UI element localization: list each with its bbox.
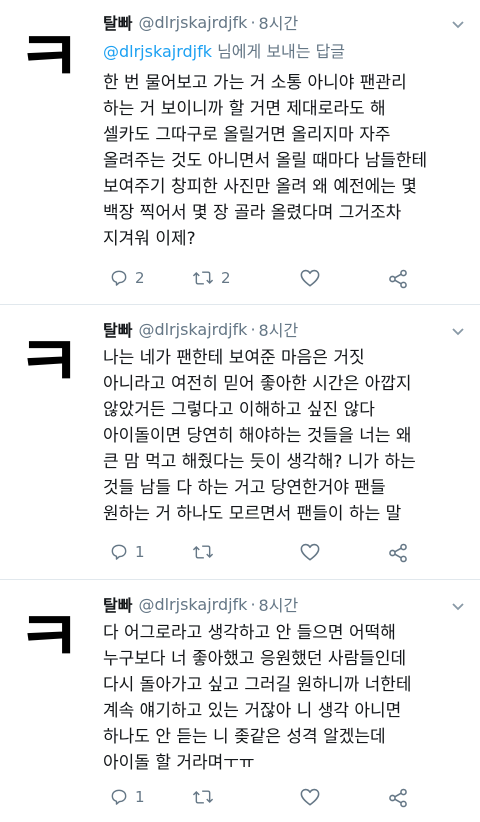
reply-icon <box>111 544 127 560</box>
tweet-header: 탈빠 @dlrjskajrdjfk · 8시간 <box>103 317 298 341</box>
tweet[interactable]: ㅋ 탈빠 @dlrjskajrdjfk · 8시간 다 어그로라고 생각하고 안… <box>0 580 480 822</box>
avatar[interactable]: ㅋ <box>14 22 84 92</box>
tweet-text-line: 원하는 거 하나도 모르면서 팬들이 하는 말 <box>103 504 402 524</box>
tweet-text-line: 다시 돌아가고 싶고 그러길 원하니까 너한테 <box>103 675 412 695</box>
tweet-text-line: 하나도 안 듣는 니 좆같은 성격 알겠는데 <box>103 727 386 747</box>
chevron-down-icon[interactable] <box>450 16 466 32</box>
tweet-text-line: 백장 찍어서 몇 장 골라 올렸다며 그거조차 <box>103 203 402 223</box>
heart-icon <box>300 269 320 287</box>
timestamp[interactable]: 8시간 <box>259 10 299 34</box>
tweet-text-line: 것들 남들 다 하는 거고 당연한거야 팬들 <box>103 478 386 498</box>
share-button[interactable] <box>387 542 409 564</box>
retweet-button[interactable]: 2 <box>191 268 231 288</box>
reply-count: 2 <box>135 269 145 287</box>
user-handle[interactable]: @dlrjskajrdjfk <box>138 595 247 614</box>
retweet-count: 2 <box>221 269 231 287</box>
share-icon <box>389 543 407 563</box>
share-button[interactable] <box>387 787 409 809</box>
reply-mention-link[interactable]: @dlrjskajrdjfk <box>103 42 212 61</box>
user-handle[interactable]: @dlrjskajrdjfk <box>138 320 247 339</box>
tweet-text: 나는 네가 팬한테 보여준 마음은 거짓 아니라고 여전히 믿어 좋아한 시간은… <box>103 345 468 527</box>
tweet-text-line: 다 어그로라고 생각하고 안 들으면 어떡해 <box>103 623 396 643</box>
tweet-text-line: 나는 네가 팬한테 보여준 마음은 거짓 <box>103 348 365 368</box>
tweet-text-line: 하는 거 보이니까 할 거면 제대로라도 해 <box>103 99 386 119</box>
share-icon <box>389 269 407 289</box>
reply-context-label: 님에게 보내는 답글 <box>212 42 346 61</box>
reply-icon <box>111 270 127 286</box>
reply-context: @dlrjskajrdjfk 님에게 보내는 답글 <box>103 38 345 62</box>
share-button[interactable] <box>387 268 409 290</box>
like-button[interactable] <box>299 542 321 562</box>
like-button[interactable] <box>299 787 321 807</box>
reply-button[interactable]: 1 <box>109 787 145 807</box>
tweet-text: 한 번 물어보고 가는 거 소통 아니야 팬관리 하는 거 보이니까 할 거면 … <box>103 70 468 252</box>
tweet-text-line: 누구보다 너 좋아했고 응원했던 사람들인데 <box>103 649 407 669</box>
retweet-button[interactable] <box>191 787 221 807</box>
separator-dot: · <box>250 12 256 32</box>
tweet-header: 탈빠 @dlrjskajrdjfk · 8시간 <box>103 592 298 616</box>
tweet-actions: 2 2 <box>103 268 433 292</box>
retweet-button[interactable] <box>191 542 221 562</box>
chevron-down-icon[interactable] <box>450 323 466 339</box>
display-name[interactable]: 탈빠 <box>103 317 132 341</box>
separator-dot: · <box>250 319 256 339</box>
tweet-text-line: 않았거든 그렇다고 이해하고 싶진 않다 <box>103 400 375 420</box>
tweet-text: 다 어그로라고 생각하고 안 들으면 어떡해 누구보다 너 좋아했고 응원했던 … <box>103 620 468 776</box>
reply-count: 1 <box>135 543 145 561</box>
heart-icon <box>300 788 320 806</box>
reply-count: 1 <box>135 788 145 806</box>
display-name[interactable]: 탈빠 <box>103 592 132 616</box>
tweet-actions: 1 <box>103 542 433 566</box>
tweet[interactable]: ㅋ 탈빠 @dlrjskajrdjfk · 8시간 @dlrjskajrdjfk… <box>0 0 480 305</box>
tweet-text-line: 한 번 물어보고 가는 거 소통 아니야 팬관리 <box>103 73 407 93</box>
tweet-text-line: 아이돌이면 당연히 해야하는 것들을 너는 왜 <box>103 426 412 446</box>
retweet-icon <box>192 545 214 559</box>
display-name[interactable]: 탈빠 <box>103 10 132 34</box>
like-button[interactable] <box>299 268 321 288</box>
tweet[interactable]: ㅋ 탈빠 @dlrjskajrdjfk · 8시간 나는 네가 팬한테 보여준 … <box>0 305 480 580</box>
separator-dot: · <box>250 594 256 614</box>
tweet-text-line: 보여주기 창피한 사진만 올려 왜 예전에는 몇 <box>103 177 417 197</box>
retweet-icon <box>192 271 214 285</box>
user-handle[interactable]: @dlrjskajrdjfk <box>138 13 247 32</box>
tweet-text-line: 아이돌 할 거라며ㅜㅠ <box>103 753 255 773</box>
avatar[interactable]: ㅋ <box>14 602 84 672</box>
tweet-text-line: 큰 맘 먹고 해줬다는 듯이 생각해? 니가 하는 <box>103 452 416 472</box>
tweet-actions: 1 <box>103 787 433 811</box>
tweet-text-line: 계속 얘기하고 있는 거잖아 니 생각 아니면 <box>103 701 402 721</box>
retweet-icon <box>192 790 214 804</box>
reply-button[interactable]: 1 <box>109 542 145 562</box>
tweet-text-line: 지겨워 이제? <box>103 229 196 249</box>
chevron-down-icon[interactable] <box>450 598 466 614</box>
reply-button[interactable]: 2 <box>109 268 145 288</box>
timestamp[interactable]: 8시간 <box>259 592 299 616</box>
timestamp[interactable]: 8시간 <box>259 317 299 341</box>
tweet-text-line: 셀카도 그따구로 올릴거면 올리지마 자주 <box>103 125 391 145</box>
tweet-text-line: 올려주는 것도 아니면서 올릴 때마다 남들한테 <box>103 151 428 171</box>
tweet-text-line: 아니라고 여전히 믿어 좋아한 시간은 아깝지 <box>103 374 412 394</box>
share-icon <box>389 788 407 808</box>
avatar[interactable]: ㅋ <box>14 327 84 397</box>
reply-icon <box>111 789 127 805</box>
tweet-header: 탈빠 @dlrjskajrdjfk · 8시간 <box>103 10 298 34</box>
heart-icon <box>300 543 320 561</box>
